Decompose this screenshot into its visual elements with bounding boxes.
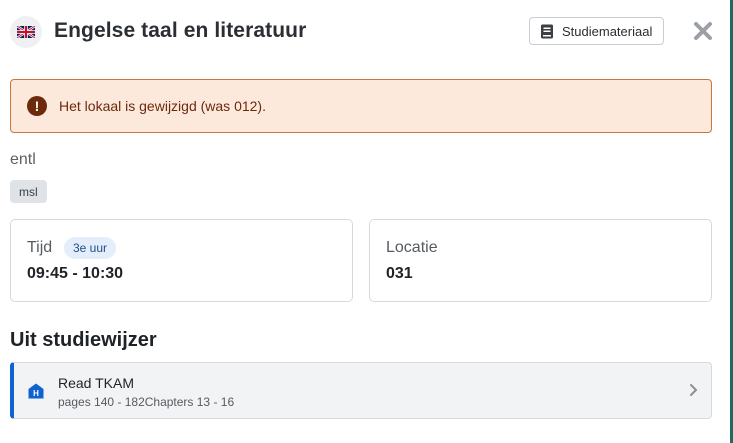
period-badge: 3e uur [64, 237, 117, 259]
study-material-label: Studiemateriaal [562, 23, 653, 39]
studiewijzer-item-title: Read TKAM [58, 375, 134, 391]
time-card: Tijd 3e uur 09:45 - 10:30 [10, 219, 353, 302]
study-material-button[interactable]: Studiemateriaal [529, 17, 664, 45]
studiewijzer-item-subtitle: pages 140 - 182Chapters 13 - 16 [58, 395, 235, 409]
course-code: entl [10, 151, 36, 168]
studiewijzer-section-title: Uit studiewijzer [10, 329, 157, 351]
lesson-title: Engelse taal en literatuur [54, 19, 307, 42]
homework-icon: H [28, 383, 44, 399]
close-button[interactable] [690, 18, 716, 44]
teacher-tag: msl [10, 180, 47, 203]
uk-flag-icon [10, 16, 42, 48]
studiewijzer-item[interactable]: H Read TKAM pages 140 - 182Chapters 13 -… [10, 362, 712, 419]
location-value: 031 [386, 265, 413, 282]
time-label: Tijd [27, 239, 53, 256]
book-icon [541, 24, 553, 38]
time-value: 09:45 - 10:30 [27, 265, 124, 282]
alert-text: Het lokaal is gewijzigd (was 012). [59, 98, 266, 114]
close-icon [694, 22, 712, 40]
location-card: Locatie 031 [369, 219, 712, 302]
lesson-header: Engelse taal en literatuur Studiemateria… [10, 14, 714, 50]
chevron-right-icon [690, 384, 698, 396]
exclamation-circle-icon: ! [27, 96, 47, 116]
svg-text:H: H [33, 389, 39, 398]
room-change-alert: ! Het lokaal is gewijzigd (was 012). [10, 79, 712, 133]
location-label: Locatie [386, 239, 438, 256]
